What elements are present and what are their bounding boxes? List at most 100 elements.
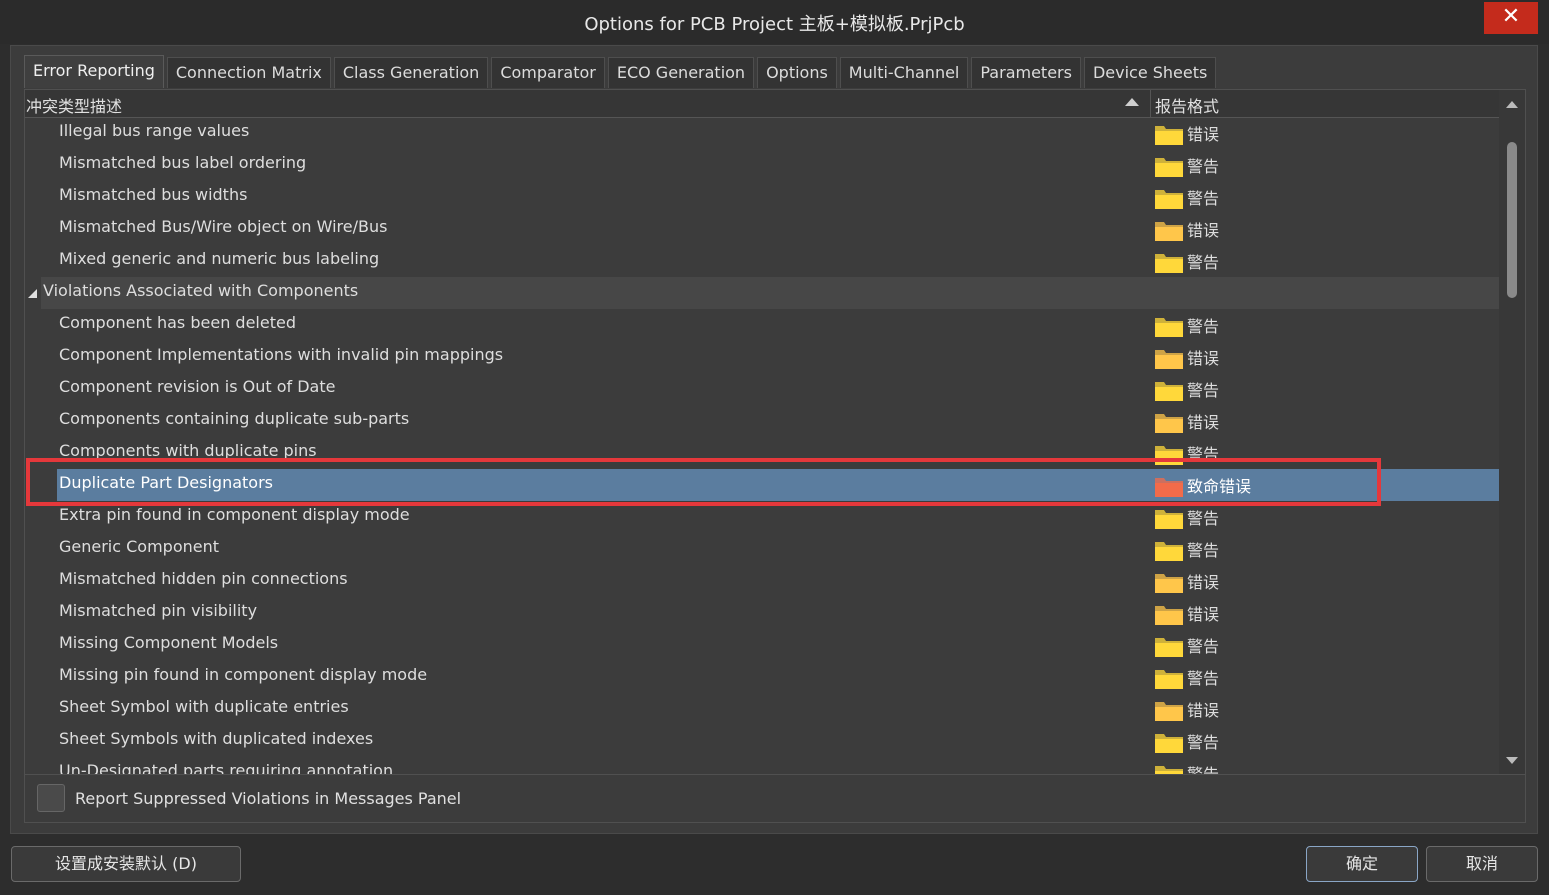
table-row[interactable]: Mismatched Bus/Wire object on Wire/Bus 错误 [25, 213, 1499, 245]
report-mode-value[interactable]: 警告 [1187, 185, 1219, 209]
column-header-description[interactable]: 冲突类型描述 [26, 93, 122, 117]
tab-error-reporting[interactable]: Error Reporting [24, 55, 164, 88]
folder-icon[interactable] [1154, 507, 1184, 530]
violation-label: Illegal bus range values [59, 121, 250, 140]
report-mode-value[interactable]: 错误 [1187, 345, 1219, 369]
report-mode-value[interactable]: 错误 [1187, 121, 1219, 145]
table-row[interactable]: Sheet Symbol with duplicate entries 错误 [25, 693, 1499, 725]
window-title: Options for PCB Project 主板+模拟板.PrjPcb [584, 14, 965, 35]
report-mode-value[interactable]: 错误 [1187, 697, 1219, 721]
table-row[interactable]: Missing Component Models 警告 [25, 629, 1499, 661]
table-row[interactable]: Duplicate Part Designators 致命错误 [25, 469, 1499, 501]
folder-icon[interactable] [1154, 187, 1184, 210]
folder-icon[interactable] [1154, 219, 1184, 242]
report-suppressed-label[interactable]: Report Suppressed Violations in Messages… [75, 789, 461, 808]
violation-label: Duplicate Part Designators [59, 473, 274, 492]
table-row[interactable]: Component has been deleted 警告 [25, 309, 1499, 341]
violation-label: Mismatched bus widths [59, 185, 248, 204]
report-mode-value[interactable]: 警告 [1187, 537, 1219, 561]
table-row[interactable]: Un-Designated parts requiring annotation… [25, 757, 1499, 775]
report-mode-value[interactable]: 警告 [1187, 665, 1219, 689]
folder-icon[interactable] [1154, 603, 1184, 626]
error-reporting-grid: 冲突类型描述 报告格式 Illegal bus range values 错误 Mi… [24, 89, 1526, 775]
folder-icon[interactable] [1154, 571, 1184, 594]
violation-label: Un-Designated parts requiring annotation [59, 761, 394, 775]
folder-icon[interactable] [1154, 731, 1184, 754]
sort-ascending-icon[interactable] [1125, 98, 1139, 106]
tab-device-sheets[interactable]: Device Sheets [1083, 57, 1217, 88]
ok-button[interactable]: 确定 [1306, 846, 1418, 882]
folder-icon[interactable] [1154, 763, 1184, 775]
table-row[interactable]: Generic Component 警告 [25, 533, 1499, 565]
folder-icon[interactable] [1154, 155, 1184, 178]
tab-parameters[interactable]: Parameters [971, 57, 1081, 88]
report-mode-value[interactable]: 错误 [1187, 569, 1219, 593]
set-defaults-button[interactable]: 设置成安装默认 (D) [11, 846, 241, 882]
scroll-thumb[interactable] [1507, 142, 1517, 298]
report-mode-value[interactable]: 错误 [1187, 409, 1219, 433]
folder-icon[interactable] [1154, 635, 1184, 658]
report-mode-value[interactable]: 警告 [1187, 377, 1219, 401]
table-row[interactable]: Sheet Symbols with duplicated indexes 警告 [25, 725, 1499, 757]
group-row[interactable]: Violations Associated with Components [25, 277, 1499, 309]
report-mode-value[interactable]: 致命错误 [1187, 473, 1251, 497]
folder-icon[interactable] [1154, 315, 1184, 338]
report-mode-value[interactable]: 警告 [1187, 505, 1219, 529]
report-mode-value[interactable]: 警告 [1187, 729, 1219, 753]
report-mode-value[interactable]: 错误 [1187, 601, 1219, 625]
tab-class-generation[interactable]: Class Generation [333, 57, 489, 88]
scroll-down-arrow-icon[interactable] [1506, 757, 1518, 764]
tab-connection-matrix[interactable]: Connection Matrix [166, 57, 331, 88]
table-row[interactable]: Component Implementations with invalid p… [25, 341, 1499, 373]
folder-icon[interactable] [1154, 699, 1184, 722]
tab-multi-channel[interactable]: Multi-Channel [839, 57, 969, 88]
column-header-report-mode[interactable]: 报告格式 [1155, 93, 1219, 117]
folder-icon[interactable] [1154, 379, 1184, 402]
table-row[interactable]: Illegal bus range values 错误 [25, 117, 1499, 149]
table-row[interactable]: Mismatched hidden pin connections 错误 [25, 565, 1499, 597]
tab-options[interactable]: Options [757, 57, 837, 88]
folder-icon[interactable] [1154, 667, 1184, 690]
violation-label: Mismatched pin visibility [59, 601, 258, 620]
table-row[interactable]: Mismatched pin visibility 错误 [25, 597, 1499, 629]
title-bar: Options for PCB Project 主板+模拟板.PrjPcb ✕ [0, 0, 1549, 44]
report-mode-value[interactable]: 警告 [1187, 761, 1219, 774]
folder-icon[interactable] [1154, 347, 1184, 370]
report-mode-value[interactable]: 警告 [1187, 441, 1219, 465]
close-button[interactable]: ✕ [1484, 2, 1538, 34]
column-divider[interactable] [1150, 90, 1151, 117]
table-row[interactable]: Components with duplicate pins 警告 [25, 437, 1499, 469]
cancel-button[interactable]: 取消 [1426, 846, 1538, 882]
tab-eco-generation[interactable]: ECO Generation [607, 57, 755, 88]
scroll-up-arrow-icon[interactable] [1506, 101, 1518, 108]
folder-icon[interactable] [1154, 411, 1184, 434]
table-row[interactable]: Missing pin found in component display m… [25, 661, 1499, 693]
report-mode-value[interactable]: 警告 [1187, 633, 1219, 657]
violation-label: Sheet Symbols with duplicated indexes [59, 729, 374, 748]
violation-label: Generic Component [59, 537, 220, 556]
tab-comparator[interactable]: Comparator [491, 57, 605, 88]
violation-label: Mixed generic and numeric bus labeling [59, 249, 380, 268]
options-dialog: Options for PCB Project 主板+模拟板.PrjPcb ✕ … [0, 0, 1549, 895]
report-mode-value[interactable]: 警告 [1187, 153, 1219, 177]
report-mode-value[interactable]: 警告 [1187, 313, 1219, 337]
table-row[interactable]: Component revision is Out of Date 警告 [25, 373, 1499, 405]
folder-icon[interactable] [1154, 251, 1184, 274]
folder-icon[interactable] [1154, 123, 1184, 146]
report-mode-value[interactable]: 警告 [1187, 249, 1219, 273]
violation-label: Mismatched Bus/Wire object on Wire/Bus [59, 217, 388, 236]
folder-icon[interactable] [1154, 443, 1184, 466]
folder-icon[interactable] [1154, 475, 1184, 498]
table-row[interactable]: Mixed generic and numeric bus labeling 警告 [25, 245, 1499, 277]
collapse-triangle-icon[interactable] [28, 289, 37, 298]
violation-label: Missing pin found in component display m… [59, 665, 428, 684]
grid-header: 冲突类型描述 报告格式 [25, 90, 1499, 118]
report-suppressed-checkbox[interactable] [37, 784, 65, 812]
table-row[interactable]: Mismatched bus label ordering 警告 [25, 149, 1499, 181]
report-mode-value[interactable]: 错误 [1187, 217, 1219, 241]
table-row[interactable]: Components containing duplicate sub-part… [25, 405, 1499, 437]
vertical-scrollbar[interactable] [1499, 90, 1525, 774]
folder-icon[interactable] [1154, 539, 1184, 562]
table-row[interactable]: Extra pin found in component display mod… [25, 501, 1499, 533]
table-row[interactable]: Mismatched bus widths 警告 [25, 181, 1499, 213]
